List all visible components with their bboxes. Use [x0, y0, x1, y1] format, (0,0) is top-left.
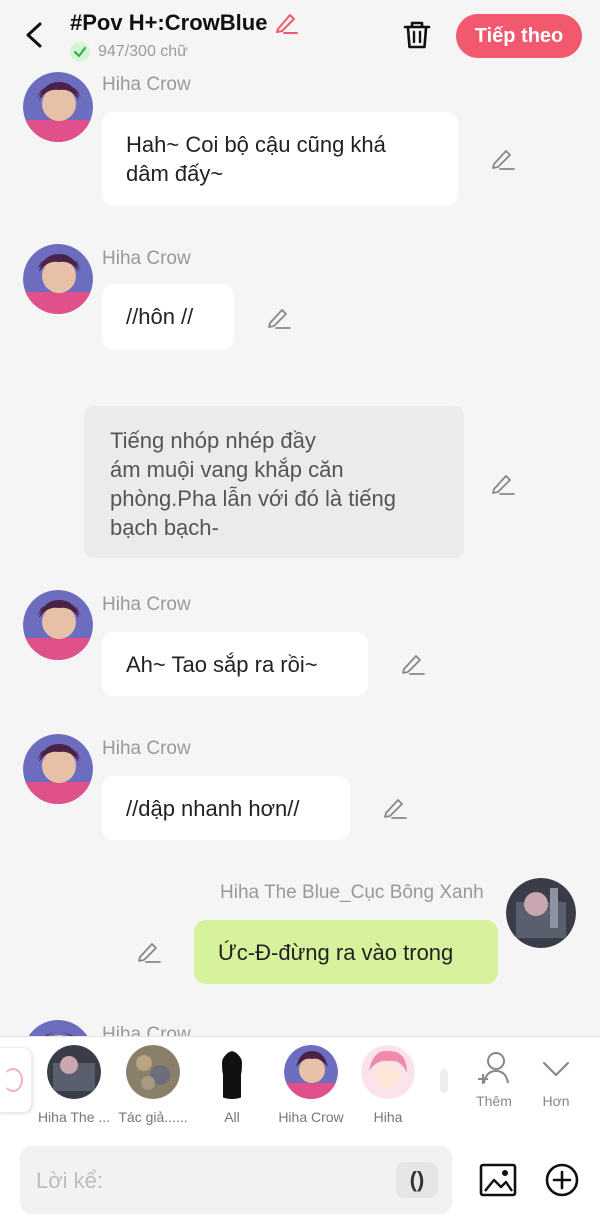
- avatar-hiha-crow[interactable]: [23, 72, 93, 142]
- character-label: All: [224, 1109, 240, 1125]
- message-line: //hôn //: [126, 304, 194, 329]
- add-person-icon: [478, 1052, 509, 1084]
- avatar-author-icon: [126, 1045, 180, 1099]
- avatar-silhouette-icon: [205, 1045, 259, 1099]
- avatar-hiha-crow[interactable]: [23, 734, 93, 804]
- character-hiha-the-blue[interactable]: Hiha The ...: [32, 1045, 116, 1125]
- edit-pencil-icon[interactable]: [490, 145, 516, 171]
- edit-pencil-icon[interactable]: [266, 304, 292, 330]
- parentheses-button[interactable]: (): [396, 1162, 438, 1198]
- character-hiha-crow[interactable]: Hiha Crow: [269, 1045, 353, 1125]
- more-button[interactable]: Hơn: [526, 1049, 586, 1109]
- chat-area[interactable]: Hiha Crow Hah~ Coi bộ cậu cũng khá dâm đ…: [0, 70, 600, 1036]
- avatar-pink-hair-icon: [361, 1045, 415, 1099]
- back-arrow-icon[interactable]: [18, 18, 52, 52]
- edit-pencil-icon[interactable]: [490, 470, 516, 496]
- edit-pencil-icon[interactable]: [400, 650, 426, 676]
- character-hiha[interactable]: Hiha: [346, 1045, 430, 1125]
- character-label: Hiha The ...: [37, 1109, 111, 1125]
- avatar-hiha-crow[interactable]: [23, 244, 93, 314]
- scroll-left-tab[interactable]: [0, 1047, 32, 1113]
- avatar-hiha-the-blue[interactable]: [506, 878, 576, 948]
- sender-name: Hiha The Blue_Cục Bông Xanh: [220, 882, 484, 903]
- word-count: 947/300 chữ: [98, 43, 188, 60]
- add-character-button[interactable]: Thêm: [464, 1049, 524, 1109]
- title-row: #Pov H+:CrowBlue: [70, 10, 299, 36]
- more-label: Hơn: [542, 1093, 570, 1109]
- character-label: Hiha Crow: [278, 1109, 344, 1125]
- word-count-row: 947/300 chữ: [70, 42, 188, 62]
- check-icon: [70, 42, 90, 62]
- narration-line: bạch bạch-: [110, 515, 219, 540]
- image-icon[interactable]: [478, 1160, 518, 1200]
- plus-circle-icon[interactable]: [544, 1162, 580, 1198]
- trash-icon[interactable]: [400, 18, 434, 52]
- character-author[interactable]: Tác giả......: [111, 1045, 195, 1125]
- character-label: Tác giả......: [118, 1109, 188, 1125]
- sender-name: Hiha Crow: [102, 594, 191, 615]
- sender-name: Hiha Crow: [102, 248, 191, 269]
- input-placeholder: Lời kể:: [36, 1168, 104, 1193]
- message-line: Ức-Đ-đừng ra vào trong: [218, 940, 454, 965]
- character-all[interactable]: All: [190, 1045, 274, 1125]
- next-button[interactable]: Tiếp theo: [456, 14, 582, 58]
- input-area: Lời kể: (): [0, 1136, 600, 1224]
- avatar-crow-icon: [284, 1045, 338, 1099]
- narration-input[interactable]: Lời kể: (): [20, 1146, 452, 1214]
- chevron-down-icon: [542, 1061, 570, 1077]
- message-bubble[interactable]: //hôn //: [102, 284, 234, 350]
- narration-line: Tiếng nhóp nhép đầy: [110, 428, 316, 453]
- avatar-hiha-crow[interactable]: [23, 1020, 93, 1036]
- narration-line: phòng.Pha lẫn với đó là tiếng: [110, 486, 396, 511]
- scroll-right-edge: [440, 1069, 448, 1093]
- narration-block[interactable]: Tiếng nhóp nhép đầy ám muội vang khắp că…: [84, 406, 464, 558]
- edit-pencil-icon[interactable]: [136, 938, 162, 964]
- avatar-blue-hair-icon: [47, 1045, 101, 1099]
- message-line: Hah~ Coi bộ cậu cũng khá: [126, 132, 386, 157]
- edit-title-icon[interactable]: [273, 10, 299, 36]
- message-bubble-self[interactable]: Ức-Đ-đừng ra vào trong: [194, 920, 498, 984]
- character-label: Hiha: [373, 1109, 403, 1125]
- top-bar: #Pov H+:CrowBlue 947/300 chữ Tiếp theo: [0, 0, 600, 70]
- avatar-hiha-crow[interactable]: [23, 590, 93, 660]
- sender-name: Hiha Crow: [102, 74, 191, 95]
- sender-name: Hiha Crow: [102, 1024, 191, 1036]
- message-line: Ah~ Tao sắp ra rồi~: [126, 652, 318, 677]
- character-selector-bar: Hiha The ... Tác giả...... All Hiha Crow…: [0, 1036, 600, 1136]
- edit-pencil-icon[interactable]: [382, 794, 408, 820]
- message-line: dâm đấy~: [126, 161, 224, 186]
- narration-line: ám muội vang khắp căn: [110, 457, 344, 482]
- message-line: //dập nhanh hơn//: [126, 796, 300, 821]
- add-label: Thêm: [476, 1093, 512, 1109]
- message-bubble[interactable]: Ah~ Tao sắp ra rồi~: [102, 632, 368, 696]
- story-title[interactable]: #Pov H+:CrowBlue: [70, 10, 267, 36]
- message-bubble[interactable]: Hah~ Coi bộ cậu cũng khá dâm đấy~: [102, 112, 458, 206]
- message-bubble[interactable]: //dập nhanh hơn//: [102, 776, 350, 840]
- sender-name: Hiha Crow: [102, 738, 191, 759]
